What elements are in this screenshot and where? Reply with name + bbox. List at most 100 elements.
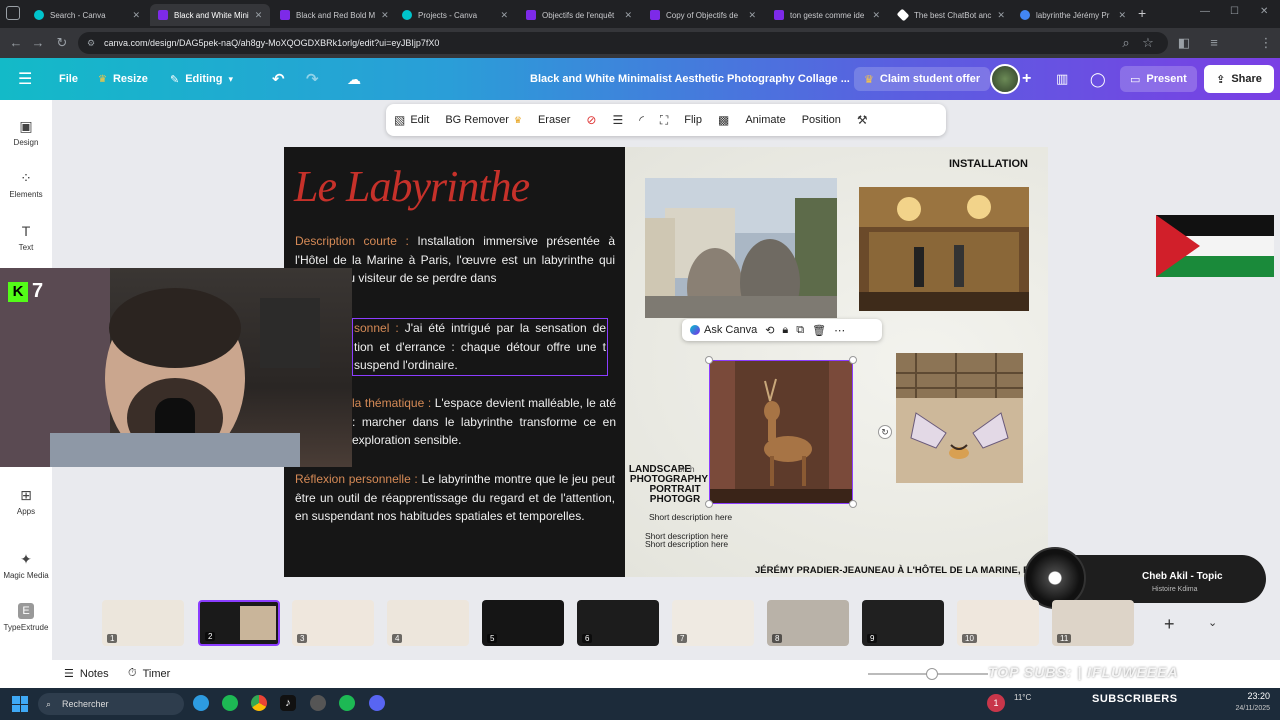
sidebar-item-elements[interactable]: ⁘ Elements [0,170,52,199]
page-thumbnail[interactable]: 5 [482,600,564,646]
notes-button[interactable]: ☰ Notes [64,667,109,681]
tab-search-icon[interactable] [6,6,20,20]
animate-button[interactable]: Animate [737,104,793,136]
claim-student-offer-button[interactable]: ♛ Claim student offer [854,67,991,91]
browser-tab[interactable]: Objectifs de l'enquêt ✕ [518,4,640,26]
page-thumbnail-current[interactable]: 2 [198,600,280,646]
page-thumbnail[interactable]: 3 [292,600,374,646]
sidebar-item-text[interactable]: T Text [0,223,52,252]
user-avatar[interactable] [990,64,1020,94]
page-thumbnail[interactable]: 4 [387,600,469,646]
browser-tab[interactable]: ton geste comme ide ✕ [766,4,888,26]
sidebar-item-apps[interactable]: ⊞ Apps [0,487,52,516]
comment-icon[interactable]: ◯ [1090,58,1106,100]
browser-tab[interactable]: Search - Canva ✕ [26,4,148,26]
crop-button[interactable]: ⛶ [652,104,676,136]
notification-badge[interactable]: 1 [987,694,1005,712]
browser-tab[interactable]: labyrinthe Jérémy Pr ✕ [1012,4,1134,26]
resize-handle[interactable] [705,356,713,364]
spotify-icon[interactable] [222,695,238,711]
more-options-icon[interactable]: ⋯ [834,324,845,337]
close-tab-icon[interactable]: ✕ [500,10,508,21]
close-tab-icon[interactable]: ✕ [997,10,1005,21]
corner-rounding-button[interactable]: ◜ [631,104,652,136]
installation-heading[interactable]: INSTALLATION [949,158,1028,170]
chrome-icon[interactable] [251,695,267,711]
delete-icon[interactable]: 🗑︎ [812,324,826,337]
add-collaborator-icon[interactable]: + [1022,58,1031,100]
forward-icon[interactable]: → [30,35,46,51]
position-button[interactable]: Position [794,104,849,136]
browser-tab-active[interactable]: Black and White Mini ✕ [150,4,270,26]
zoom-icon[interactable]: ⌕ [1118,35,1134,51]
lock-icon[interactable]: 🔒︎ [782,324,788,337]
photo-gilded-room[interactable] [859,187,1029,311]
page-thumbnail[interactable]: 10 [957,600,1039,646]
file-menu-button[interactable]: File [59,58,78,100]
eraser-button[interactable]: Eraser [530,104,578,136]
document-title[interactable]: Black and White Minimalist Aesthetic Pho… [530,58,850,100]
credit-line[interactable]: JÉRÉMY PRADIER-JEAUNEAU À L'HÔTEL DE LA … [755,565,1029,576]
sidebar-item-magic-media[interactable]: ✦ Magic Media [0,551,52,580]
reading-list-icon[interactable]: ≡ [1206,35,1222,51]
page-title[interactable]: Le Labyrinthe [294,161,530,212]
resize-button[interactable]: ♛ Resize [98,58,148,100]
insights-chart-icon[interactable]: ▥ [1056,58,1068,100]
site-info-icon[interactable]: ⚙ [87,32,95,54]
page-thumbnail[interactable]: 8 [767,600,849,646]
rotate-handle-icon[interactable]: ↻ [878,425,892,439]
discord-icon[interactable] [369,695,385,711]
cloud-saved-icon[interactable]: ☁ [347,58,361,100]
short-description-1[interactable]: Short description here [649,512,732,522]
caption-photogr[interactable]: PHOTOGR [635,495,715,505]
paragraph-theme[interactable]: la thématique : L'espace devient malléab… [352,394,616,450]
page-thumbnail[interactable]: 6 [577,600,659,646]
resize-handle[interactable] [849,356,857,364]
back-icon[interactable]: ← [8,35,24,51]
maximize-icon[interactable]: ☐ [1230,6,1239,17]
transparency-button[interactable]: ▩ [710,104,737,136]
photo-courtyard[interactable] [645,178,837,318]
undo-icon[interactable]: ↶ [272,58,285,100]
browser-tab[interactable]: The best ChatBot anc ✕ [890,4,1012,26]
taskbar-search-box[interactable]: ⌕ Rechercher [38,693,184,715]
ask-canva-button[interactable]: Ask Canva [690,324,757,336]
close-tab-icon[interactable]: ✕ [381,10,389,21]
close-window-icon[interactable]: ✕ [1260,6,1268,17]
windows-start-icon[interactable] [12,696,28,712]
copy-style-button[interactable]: ⚒ [849,104,876,136]
obs-icon[interactable] [310,695,326,711]
spotify-secondary-icon[interactable] [339,695,355,711]
sidebar-item-design[interactable]: ▣ Design [0,118,52,147]
resize-handle[interactable] [849,500,857,508]
close-tab-icon[interactable]: ✕ [255,10,263,21]
reload-icon[interactable]: ↻ [54,35,70,51]
browser-tab[interactable]: Projects - Canva ✕ [394,4,516,26]
page-thumbnail[interactable]: 9 [862,600,944,646]
page-thumbnail[interactable]: 11 [1052,600,1134,646]
browser-tab[interactable]: Black and Red Bold M ✕ [272,4,392,26]
duplicate-icon[interactable]: ⧉ [796,324,804,337]
present-button[interactable]: ▭ Present [1120,66,1197,92]
regenerate-icon[interactable]: ⟲ [765,324,774,337]
flip-button[interactable]: Flip [676,104,710,136]
new-tab-icon[interactable]: + [1138,5,1146,21]
editing-mode-button[interactable]: ✎ Editing ▾ [170,58,233,100]
zoom-slider-thumb[interactable] [926,668,938,680]
close-tab-icon[interactable]: ✕ [624,10,632,21]
extensions-icon[interactable]: ◧ [1176,35,1192,51]
browser-tab[interactable]: Copy of Objectifs de ✕ [642,4,764,26]
border-color-button[interactable]: ⊘ [578,104,604,136]
photo-maze[interactable] [896,353,1023,483]
url-field[interactable]: ⚙ canva.com/design/DAG5pek-naQ/ah8gy-MoX… [78,32,1168,54]
photo-deer-selected[interactable] [709,360,853,504]
add-page-icon[interactable]: + [1164,614,1175,635]
share-button[interactable]: ⇪ Share [1204,65,1274,93]
paragraph-personal-selected[interactable]: sonnel : J'ai été intrigué par la sensat… [352,318,608,376]
browser-menu-icon[interactable]: ⋮ [1258,35,1274,51]
bg-remover-button[interactable]: BG Remover ♛ [437,104,530,136]
short-description-3[interactable]: Short description here [645,539,728,549]
edit-image-button[interactable]: ▧ Edit [386,104,437,136]
close-tab-icon[interactable]: ✕ [1118,10,1126,21]
sidebar-item-typeextrude[interactable]: E TypeExtrude [0,603,52,632]
